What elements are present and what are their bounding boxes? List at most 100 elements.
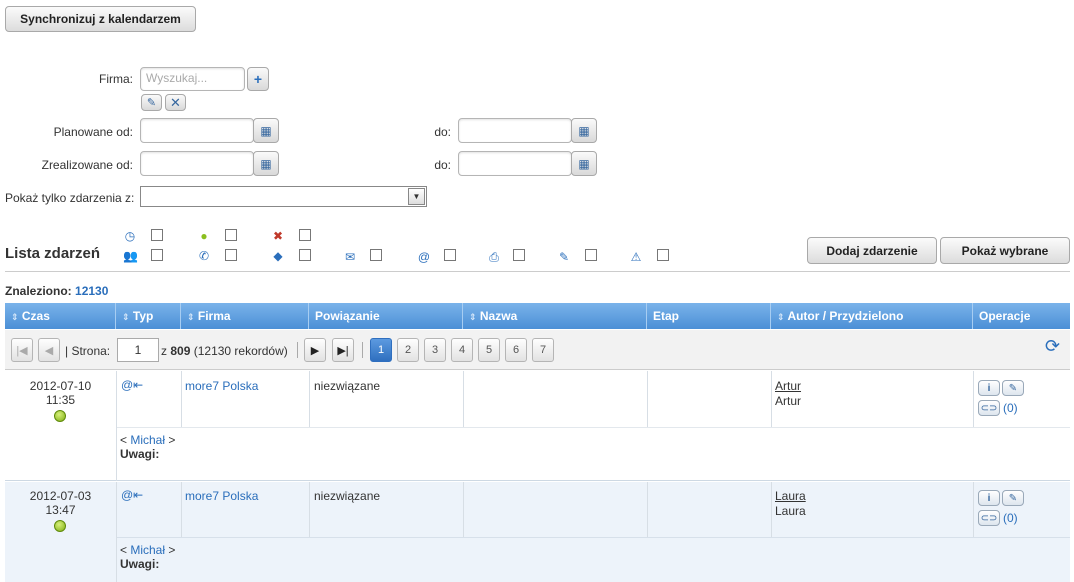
page-6-button[interactable]: 6: [505, 338, 527, 362]
column-divider: [181, 482, 182, 537]
attachment-count[interactable]: (0): [1003, 511, 1018, 525]
zrealizowane-od-input[interactable]: [140, 151, 254, 176]
filter-done-checkbox[interactable]: [225, 229, 237, 241]
filter-document-checkbox[interactable]: [585, 249, 597, 261]
clock-icon: ◷: [124, 229, 136, 243]
chevron-down-icon[interactable]: ▼: [408, 188, 425, 205]
calendar-icon: ▦: [578, 123, 590, 138]
edit-button[interactable]: ✎: [1002, 490, 1024, 506]
column-header-operacje: Operacje: [979, 309, 1031, 323]
calendar-icon: ▦: [260, 123, 272, 138]
check-circle-icon: ●: [200, 229, 208, 243]
info-button[interactable]: i: [978, 490, 1000, 506]
column-header-nazwa[interactable]: ⇕ Nazwa: [463, 303, 647, 329]
remarks-label: Uwagi:: [120, 447, 160, 461]
page-5-button[interactable]: 5: [478, 338, 500, 362]
column-header-czas[interactable]: ⇕ Czas: [5, 303, 116, 329]
column-header-firma[interactable]: ⇕ Firma: [181, 303, 309, 329]
info-button[interactable]: i: [978, 380, 1000, 396]
page-3-button[interactable]: 3: [424, 338, 446, 362]
participant-link[interactable]: Michał: [130, 433, 165, 447]
author-link[interactable]: Artur: [775, 379, 801, 394]
status-done-icon: [54, 410, 66, 422]
found-count-text: Znaleziono: 12130: [5, 284, 108, 298]
filter-print-checkbox[interactable]: [513, 249, 525, 261]
divider: [5, 271, 1070, 272]
found-label: Znaleziono:: [5, 284, 72, 298]
event-type-select[interactable]: ▼: [140, 186, 427, 207]
page-7-button[interactable]: 7: [532, 338, 554, 362]
found-count: 12130: [75, 284, 109, 298]
paperclip-icon: ⊂⊃: [980, 402, 998, 414]
attachment-count[interactable]: (0): [1003, 401, 1018, 415]
sort-icon: ⇕: [11, 312, 19, 322]
refresh-icon[interactable]: ⟳: [1045, 336, 1060, 357]
attachment-button[interactable]: ⊂⊃: [978, 510, 1000, 526]
last-page-icon: ▶|: [337, 344, 349, 357]
column-divider: [973, 371, 974, 427]
filter-phone-checkbox[interactable]: [225, 249, 237, 261]
planowane-od-calendar-button[interactable]: ▦: [253, 118, 279, 143]
first-page-button[interactable]: |◀: [11, 338, 33, 362]
column-divider: [116, 371, 117, 481]
page-1-button[interactable]: 1: [370, 338, 392, 362]
filter-warning-checkbox[interactable]: [657, 249, 669, 261]
attachment-button[interactable]: ⊂⊃: [978, 400, 1000, 416]
close-icon: ✕: [170, 94, 181, 110]
edit-button[interactable]: ✎: [1002, 380, 1024, 396]
paperclip-icon: ⊂⊃: [980, 512, 998, 524]
add-event-button[interactable]: Dodaj zdarzenie: [807, 237, 937, 264]
filter-meeting-checkbox[interactable]: [151, 249, 163, 261]
document-warning-icon: ⚠: [630, 250, 642, 264]
event-company-link[interactable]: more7 Polska: [185, 489, 258, 503]
table-row: 2012-07-03 13:47 @⇤ more7 Polska niezwią…: [5, 482, 1070, 582]
column-divider: [463, 482, 464, 537]
last-page-button[interactable]: ▶|: [332, 338, 354, 362]
clear-firma-button[interactable]: ✕: [165, 94, 186, 111]
document-edit-icon: ✎: [558, 250, 570, 264]
show-selected-button[interactable]: Pokaż wybrane: [940, 237, 1070, 264]
column-header-powiazanie: Powiązanie: [309, 303, 463, 329]
zrealizowane-do-input[interactable]: [458, 151, 572, 176]
page-number-input[interactable]: 1: [117, 338, 159, 362]
page-4-button[interactable]: 4: [451, 338, 473, 362]
filter-tag-checkbox[interactable]: [299, 249, 311, 261]
sync-calendar-button[interactable]: Synchronizuj z kalendarzem: [5, 6, 196, 32]
filter-cancelled-checkbox[interactable]: [299, 229, 311, 241]
assigned-name: Artur: [775, 394, 802, 408]
sort-icon: ⇕: [187, 312, 195, 322]
planowane-do-calendar-button[interactable]: ▦: [571, 118, 597, 143]
column-divider: [647, 371, 648, 427]
list-title: Lista zdarzeń: [5, 245, 101, 262]
email-incoming-icon: @⇤: [121, 378, 144, 392]
add-firma-button[interactable]: +: [247, 67, 269, 91]
event-time: 2012-07-10 11:35: [29, 379, 92, 407]
participant-link[interactable]: Michał: [130, 543, 165, 557]
page-total-text: z 809 (12130 rekordów): [161, 344, 288, 358]
prev-page-button[interactable]: ◀: [38, 338, 60, 362]
email-at-icon: @: [417, 250, 431, 264]
planowane-od-input[interactable]: [140, 118, 254, 143]
column-header-autor[interactable]: ⇕ Autor / Przydzielono: [771, 303, 973, 329]
planowane-do-input[interactable]: [458, 118, 572, 143]
event-company-link[interactable]: more7 Polska: [185, 379, 258, 393]
page-2-button[interactable]: 2: [397, 338, 419, 362]
pager: |◀ ◀ | Strona: 1 z 809 (12130 rekordów) …: [5, 330, 1070, 370]
column-header-etap: Etap: [647, 303, 771, 329]
filter-planned-checkbox[interactable]: [151, 229, 163, 241]
next-page-button[interactable]: ▶: [304, 338, 326, 362]
filter-email-at-checkbox[interactable]: [444, 249, 456, 261]
assigned-name: Laura: [775, 504, 806, 518]
table-header: ⇕ Czas ⇕ Typ ⇕ Firma Powiązanie ⇕ Nazwa …: [5, 303, 1070, 329]
filter-email-checkbox[interactable]: [370, 249, 382, 261]
author-link[interactable]: Laura: [775, 489, 806, 504]
edit-firma-button[interactable]: ✎: [141, 94, 162, 111]
email-incoming-icon: @⇤: [121, 488, 144, 502]
firma-search-input[interactable]: Wyszukaj...: [140, 67, 245, 91]
zrealizowane-od-calendar-button[interactable]: ▦: [253, 151, 279, 176]
next-page-icon: ▶: [310, 344, 320, 357]
column-header-typ[interactable]: ⇕ Typ: [116, 303, 181, 329]
zrealizowane-do-calendar-button[interactable]: ▦: [571, 151, 597, 176]
column-divider: [181, 371, 182, 427]
envelope-icon: ✉: [344, 250, 356, 264]
